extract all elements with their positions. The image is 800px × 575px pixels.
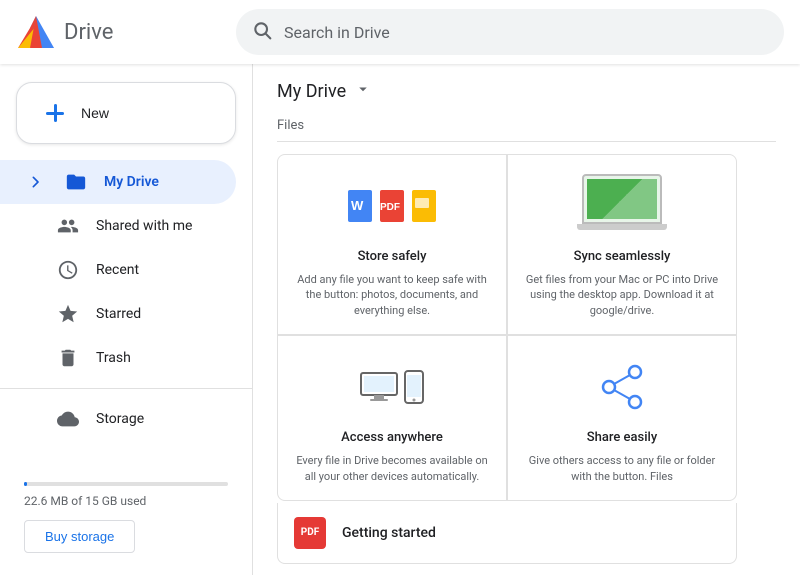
laptop-screen [582,174,662,224]
storage-usage-text: 22.6 MB of 15 GB used [24,494,228,508]
sidebar-item-starred-label: Starred [96,306,141,322]
storage-section: 22.6 MB of 15 GB used Buy storage [0,470,252,565]
share-icon [597,362,647,412]
sidebar-item-trash-label: Trash [96,350,131,366]
main-content: My Drive Files W [253,64,800,575]
files-grid: W PDF Store safely Add any file you want [277,154,737,501]
sidebar: New My Drive Shared [0,64,253,575]
main-header: My Drive [277,80,776,102]
sync-image [562,171,682,241]
sidebar-item-recent[interactable]: Recent [0,248,236,292]
star-icon [56,302,80,326]
sidebar-item-recent-label: Recent [96,262,139,278]
sidebar-item-storage-label: Storage [96,411,144,427]
chevron-right-icon [24,170,48,194]
new-button-label: New [81,105,109,121]
clock-icon [56,258,80,282]
search-placeholder: Search in Drive [284,23,390,42]
store-safely-desc: Add any file you want to keep safe with … [294,272,490,318]
slides-doc-icon [410,188,438,224]
dropdown-arrow-icon[interactable] [354,80,372,102]
pdf-doc-icon: PDF [378,188,406,224]
trash-icon [56,346,80,370]
sidebar-item-my-drive-label: My Drive [104,174,159,190]
plus-icon [41,99,69,127]
search-bar[interactable]: Search in Drive [236,9,784,55]
storage-bar-background [24,482,228,486]
docs-icons: W PDF [346,188,438,224]
access-title: Access anywhere [341,430,443,445]
svg-text:PDF: PDF [380,202,400,213]
new-button[interactable]: New [16,82,236,144]
header: Drive Search in Drive [0,0,800,64]
getting-started-item[interactable]: PDF Getting started [277,503,737,564]
buy-storage-button[interactable]: Buy storage [24,520,135,553]
laptop-screen-green [587,179,657,219]
body: New My Drive Shared [0,64,800,575]
getting-started-label: Getting started [342,525,436,541]
svg-text:W: W [351,198,364,213]
people-icon [56,214,80,238]
file-card-access[interactable]: Access anywhere Every file in Drive beco… [278,336,506,500]
laptop-base [577,224,667,230]
drive-logo-icon [16,12,56,52]
share-title: Share easily [587,430,657,445]
folder-icon [64,170,88,194]
sidebar-divider [0,388,252,389]
access-image [332,352,452,422]
logo-text: Drive [64,20,113,45]
file-card-sync[interactable]: Sync seamlessly Get files from your Mac … [508,155,736,334]
cloud-icon [56,407,80,431]
sidebar-item-storage[interactable]: Storage [0,397,236,441]
search-icon [252,20,272,45]
store-safely-image: W PDF [332,171,452,241]
sidebar-item-trash[interactable]: Trash [0,336,236,380]
word-doc-icon: W [346,188,374,224]
laptop-illustration [572,174,672,239]
sidebar-item-my-drive[interactable]: My Drive [0,160,236,204]
share-desc: Give others access to any file or folder… [524,453,720,484]
monitor-icon [360,372,398,402]
section-label: Files [277,118,776,142]
store-safely-title: Store safely [358,249,427,264]
page-title: My Drive [277,81,346,102]
storage-bar-fill [24,482,27,486]
phone-icon [404,370,424,404]
file-card-share[interactable]: Share easily Give others access to any f… [508,336,736,500]
file-card-store-safely[interactable]: W PDF Store safely Add any file you want [278,155,506,334]
sync-desc: Get files from your Mac or PC into Drive… [524,272,720,318]
devices-illustration [360,370,424,404]
sync-title: Sync seamlessly [574,249,671,264]
access-desc: Every file in Drive becomes available on… [294,453,490,484]
pdf-label: PDF [301,527,319,538]
pdf-icon: PDF [294,517,326,549]
share-image [562,352,682,422]
logo-area: Drive [16,12,236,52]
sidebar-item-shared[interactable]: Shared with me [0,204,236,248]
sidebar-item-starred[interactable]: Starred [0,292,236,336]
sidebar-item-shared-label: Shared with me [96,218,192,234]
